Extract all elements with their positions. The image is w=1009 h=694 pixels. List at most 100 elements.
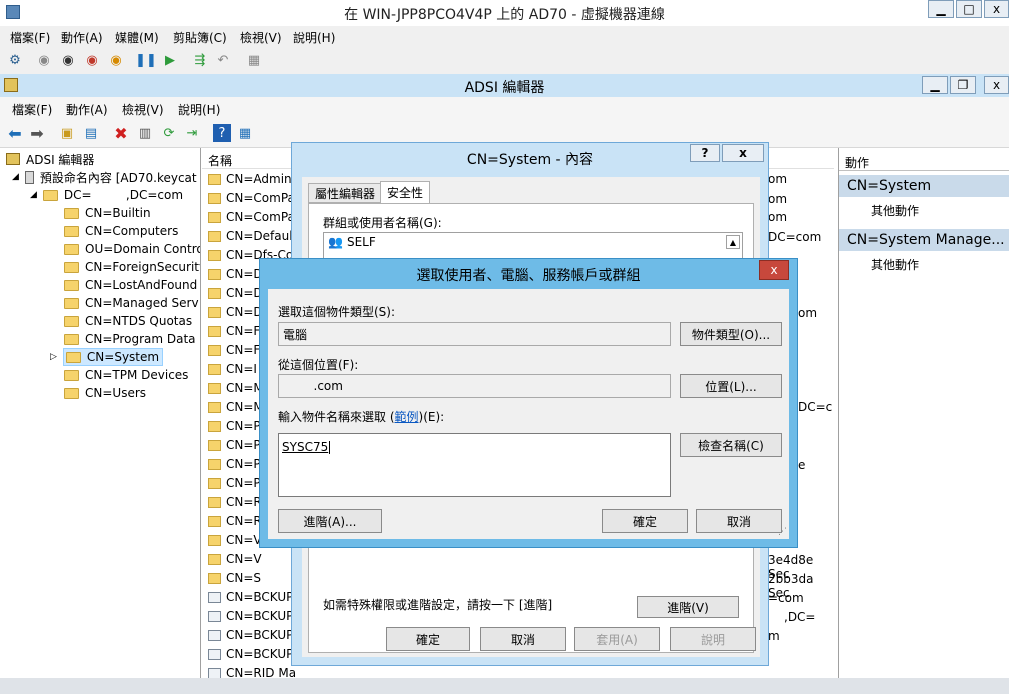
actions-section-cn-system-manage[interactable]: CN=System Manage... [839, 229, 1009, 251]
select-dialog-close-button[interactable]: x [759, 260, 789, 280]
scroll-up-arrow-icon[interactable]: ▲ [726, 235, 740, 249]
tree-item[interactable]: CN=Users [64, 384, 146, 402]
select-cancel-button[interactable]: 取消 [696, 509, 782, 533]
security-advanced-button[interactable]: 進階(V) [637, 596, 739, 618]
show-action-pane-icon[interactable]: ▦ [236, 124, 254, 142]
properties-cancel-button[interactable]: 取消 [480, 627, 566, 651]
ctrl-alt-del-icon[interactable]: ⚙ [6, 51, 24, 69]
list-item[interactable]: CN=D [208, 303, 263, 321]
list-item[interactable]: CN=M [208, 398, 264, 416]
vm-maximize-button[interactable]: □ [956, 0, 982, 18]
revert-icon[interactable]: ↶ [214, 51, 232, 69]
tab-attribute-editor[interactable]: 屬性編輯器 [308, 183, 383, 203]
tree-item-selected[interactable]: ▷ CN=System [50, 348, 164, 366]
list-item[interactable]: CN=M [208, 379, 264, 397]
list-item[interactable]: CN=R [208, 512, 262, 530]
list-item[interactable]: CN=P [208, 455, 261, 473]
export-list-icon[interactable]: ⇥ [183, 124, 201, 142]
adsi-minimize-button[interactable]: ▁ [922, 76, 948, 94]
list-item[interactable]: CN=ComPa [208, 208, 295, 226]
resume-icon[interactable]: ▶ [161, 51, 179, 69]
properties-icon[interactable]: ▥ [136, 124, 154, 142]
examples-link[interactable]: 範例 [395, 410, 419, 424]
tree-root[interactable]: ADSI 編輯器 [6, 150, 94, 168]
list-item[interactable]: CN=Default [208, 227, 297, 245]
list-item[interactable]: CN=P [208, 474, 261, 492]
locations-button[interactable]: 位置(L)... [680, 374, 782, 398]
vm-menu-file[interactable]: 檔案(F) [10, 29, 50, 46]
shutdown-icon[interactable]: ◉ [83, 51, 101, 69]
list-item[interactable]: CN=F [208, 322, 260, 340]
list-item[interactable]: CN=BCKUP [208, 645, 293, 663]
vm-menu-action[interactable]: 動作(A) [61, 29, 103, 46]
list-item[interactable]: CN=D [208, 284, 263, 302]
list-item[interactable]: CN=V [208, 550, 262, 568]
properties-ok-button[interactable]: 確定 [386, 627, 470, 651]
adsi-restore-button[interactable]: ❐ [950, 76, 976, 94]
adsi-menu-view[interactable]: 檢視(V) [122, 101, 164, 118]
turn-off-icon[interactable]: ◉ [59, 51, 77, 69]
vm-minimize-button[interactable]: ▁ [928, 0, 954, 18]
list-item[interactable]: CN=I [208, 360, 257, 378]
tree-item[interactable]: CN=Computers [64, 222, 178, 240]
advanced-button[interactable]: 進階(A)... [278, 509, 382, 533]
help-icon[interactable]: ? [213, 124, 231, 142]
object-name-input[interactable]: SYSC75 [278, 433, 671, 497]
tree-item[interactable]: CN=LostAndFound [64, 276, 197, 294]
vm-close-button[interactable]: x [984, 0, 1009, 18]
save-state-icon[interactable]: ◉ [107, 51, 125, 69]
resize-grip-icon[interactable]: ⋰ [778, 527, 787, 537]
enhanced-session-icon[interactable]: ▦ [245, 51, 263, 69]
properties-apply-button[interactable]: 套用(A) [574, 627, 660, 651]
adsi-close-button[interactable]: x [984, 76, 1009, 94]
list-item[interactable]: CN=RID Ma [208, 664, 296, 678]
properties-help-text-button[interactable]: 說明 [670, 627, 756, 651]
checkpoint-icon[interactable]: ⇶ [191, 51, 209, 69]
delete-icon[interactable]: ✖ [112, 124, 130, 143]
start-icon[interactable]: ◉ [35, 51, 53, 69]
tree-item[interactable]: CN=Managed Serv [64, 294, 199, 312]
list-item[interactable]: CN=BCKUP [208, 607, 293, 625]
refresh-icon[interactable]: ⟳ [160, 124, 178, 142]
check-names-button[interactable]: 檢查名稱(C) [680, 433, 782, 457]
tree-item[interactable]: CN=ForeignSecurity [64, 258, 200, 276]
tree-context[interactable]: ◢ 預設命名內容 [AD70.keycat [12, 168, 197, 186]
vm-menu-help[interactable]: 說明(H) [293, 29, 335, 46]
vm-menu-media[interactable]: 媒體(M) [115, 29, 159, 46]
adsi-menu-action[interactable]: 動作(A) [66, 101, 108, 118]
tree-item[interactable]: CN=Program Data [64, 330, 196, 348]
vm-menu-view[interactable]: 檢視(V) [240, 29, 282, 46]
actions-more-link[interactable]: 其他動作 [871, 202, 919, 219]
list-item[interactable]: CN=V [208, 531, 262, 549]
up-folder-icon[interactable]: ▣ [58, 124, 76, 142]
show-tree-icon[interactable]: ▤ [82, 124, 100, 142]
adsi-menu-file[interactable]: 檔案(F) [12, 101, 52, 118]
properties-help-button[interactable]: ? [690, 144, 720, 162]
back-icon[interactable]: ⬅ [6, 124, 24, 143]
tree-item[interactable]: CN=NTDS Quotas [64, 312, 192, 330]
list-item[interactable]: CN=P [208, 436, 261, 454]
list-item[interactable]: CN=AdminS [208, 170, 299, 188]
actions-more-link[interactable]: 其他動作 [871, 256, 919, 273]
tree-item[interactable]: CN=TPM Devices [64, 366, 188, 384]
tree-item[interactable]: CN=Builtin [64, 204, 151, 222]
list-item[interactable]: CN=D [208, 265, 263, 283]
vm-menu-clipboard[interactable]: 剪貼簿(C) [173, 29, 227, 46]
tree-dc[interactable]: ◢ DC= ,DC=com [30, 186, 183, 204]
tab-security[interactable]: 安全性 [380, 181, 431, 203]
tree-item[interactable]: OU=Domain Contro [64, 240, 200, 258]
list-item[interactable]: CN=BCKUP [208, 626, 293, 644]
list-item[interactable]: CN=BCKUP [208, 588, 293, 606]
list-item[interactable]: CN=F [208, 341, 260, 359]
properties-close-button[interactable]: x [722, 144, 764, 162]
list-item[interactable]: CN=P [208, 417, 261, 435]
pause-icon[interactable]: ❚❚ [135, 51, 157, 69]
select-ok-button[interactable]: 確定 [602, 509, 688, 533]
actions-section-cn-system[interactable]: CN=System [839, 175, 1009, 197]
list-item[interactable]: 👥 SELF [328, 235, 376, 249]
list-item[interactable]: CN=ComPa [208, 189, 295, 207]
list-item[interactable]: CN=R [208, 493, 262, 511]
object-types-button[interactable]: 物件類型(O)... [680, 322, 782, 346]
forward-icon[interactable]: ➡ [28, 124, 46, 143]
adsi-menu-help[interactable]: 說明(H) [178, 101, 220, 118]
